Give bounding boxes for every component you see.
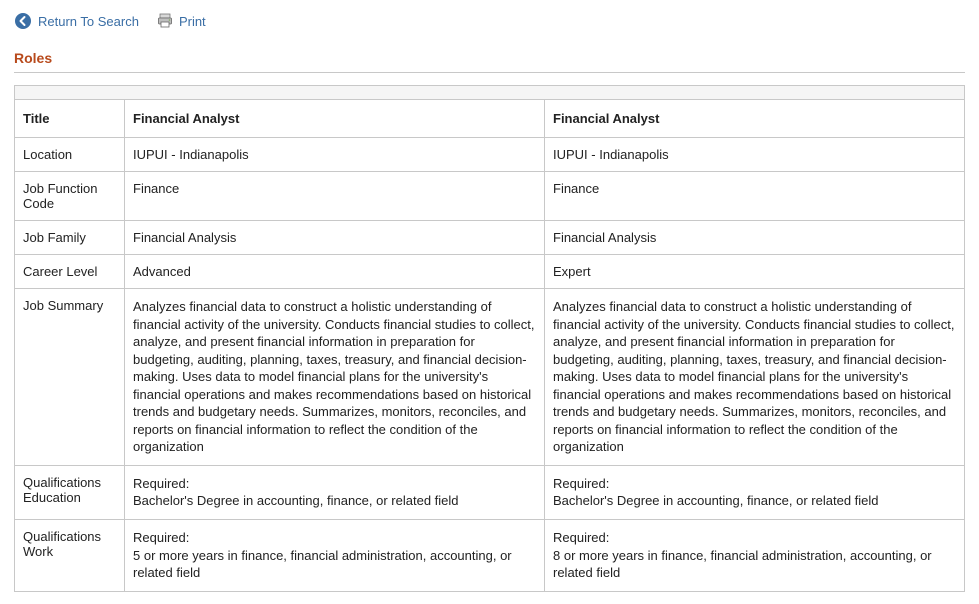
row-label: Job Function Code [15, 172, 125, 221]
table-row: Qualifications Education Required: Bache… [15, 465, 965, 519]
table-header-band [15, 86, 965, 100]
table-row: Title Financial Analyst Financial Analys… [15, 100, 965, 138]
row-label: Qualifications Education [15, 465, 125, 519]
table-row: Career Level Advanced Expert [15, 255, 965, 289]
roles-table: Title Financial Analyst Financial Analys… [14, 85, 965, 592]
table-row: Job Family Financial Analysis Financial … [15, 221, 965, 255]
table-row: Job Summary Analyzes financial data to c… [15, 289, 965, 466]
row-label: Title [15, 100, 125, 138]
cell: Financial Analysis [125, 221, 545, 255]
arrow-left-circle-icon [14, 12, 32, 30]
cell: IUPUI - Indianapolis [545, 138, 965, 172]
cell: Expert [545, 255, 965, 289]
table-row: Location IUPUI - Indianapolis IUPUI - In… [15, 138, 965, 172]
cell: Financial Analyst [125, 100, 545, 138]
return-to-search-link[interactable]: Return To Search [14, 12, 139, 30]
row-label: Qualifications Work [15, 520, 125, 592]
print-link[interactable]: Print [157, 13, 206, 29]
row-label: Job Family [15, 221, 125, 255]
cell: Required: Bachelor's Degree in accountin… [545, 465, 965, 519]
return-to-search-label: Return To Search [38, 14, 139, 29]
cell: Required: Bachelor's Degree in accountin… [125, 465, 545, 519]
cell: Required: 5 or more years in finance, fi… [125, 520, 545, 592]
cell: Analyzes financial data to construct a h… [125, 289, 545, 466]
divider [14, 72, 965, 73]
table-row: Qualifications Work Required: 5 or more … [15, 520, 965, 592]
cell: Finance [125, 172, 545, 221]
cell: Finance [545, 172, 965, 221]
row-label: Location [15, 138, 125, 172]
cell: Required: 8 or more years in finance, fi… [545, 520, 965, 592]
cell: Advanced [125, 255, 545, 289]
print-icon [157, 13, 173, 29]
cell: Financial Analyst [545, 100, 965, 138]
toolbar: Return To Search Print [14, 12, 965, 40]
table-row: Job Function Code Finance Finance [15, 172, 965, 221]
section-title: Roles [14, 50, 965, 66]
cell: Analyzes financial data to construct a h… [545, 289, 965, 466]
row-label: Job Summary [15, 289, 125, 466]
row-label: Career Level [15, 255, 125, 289]
cell: Financial Analysis [545, 221, 965, 255]
cell: IUPUI - Indianapolis [125, 138, 545, 172]
print-label: Print [179, 14, 206, 29]
